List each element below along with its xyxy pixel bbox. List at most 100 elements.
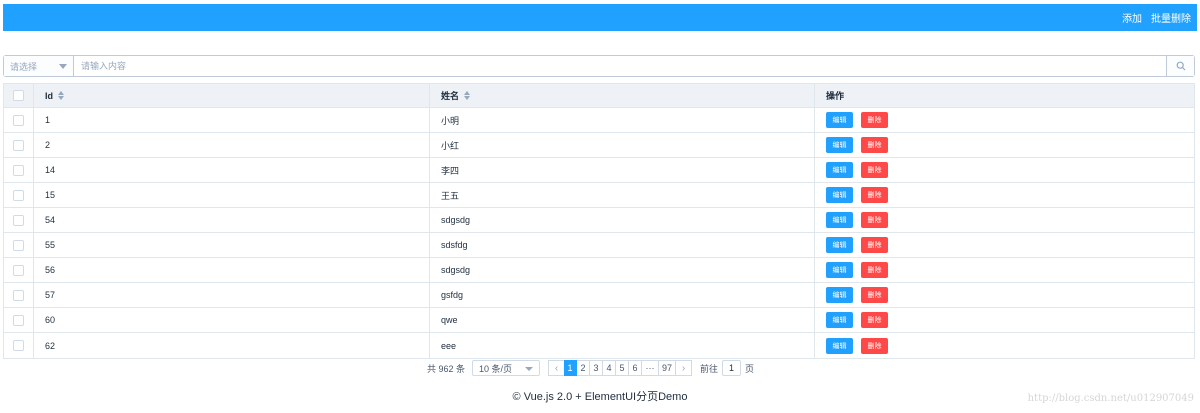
search-icon (1176, 61, 1185, 71)
page-ellipsis[interactable]: ··· (642, 360, 660, 376)
page-number[interactable]: 4 (603, 360, 617, 376)
row-checkbox[interactable] (13, 340, 24, 351)
row-checkbox[interactable] (13, 189, 24, 201)
search-field-select[interactable]: 请选择 (4, 56, 74, 76)
table-row: 62 eee 编辑 删除 (4, 333, 1194, 358)
row-checkbox[interactable] (13, 214, 24, 226)
delete-button[interactable]: 删除 (861, 237, 888, 253)
row-checkbox[interactable] (13, 289, 24, 301)
edit-button[interactable]: 编辑 (826, 212, 853, 228)
row-checkbox[interactable] (13, 114, 24, 126)
cell-id: 60 (34, 308, 430, 332)
edit-button[interactable]: 编辑 (826, 162, 853, 178)
add-link[interactable]: 添加 (1122, 10, 1142, 25)
cell-ops: 编辑 删除 (815, 258, 1194, 282)
search-button[interactable] (1166, 56, 1194, 76)
row-checkbox[interactable] (13, 164, 24, 176)
page-number[interactable]: 3 (590, 360, 604, 376)
edit-button[interactable]: 编辑 (826, 237, 853, 253)
cell-ops: 编辑 删除 (815, 108, 1194, 132)
batch-delete-link[interactable]: 批量删除 (1151, 10, 1191, 25)
page-number[interactable]: 2 (577, 360, 591, 376)
delete-button[interactable]: 删除 (861, 162, 888, 178)
header-name[interactable]: 姓名 (430, 84, 815, 107)
row-checkbox[interactable] (13, 239, 24, 251)
cell-name: 小明 (430, 108, 815, 132)
delete-button[interactable]: 删除 (861, 137, 888, 153)
sort-icon[interactable] (58, 91, 64, 100)
cell-name: sdgsdg (430, 258, 815, 282)
caret-down-icon (59, 64, 67, 69)
header-ops-label: 操作 (826, 91, 845, 101)
sort-icon[interactable] (464, 91, 471, 100)
row-check-cell (4, 158, 34, 182)
cell-ops: 编辑 删除 (815, 183, 1194, 207)
row-check-cell (4, 208, 34, 232)
goto-suffix: 页 (745, 363, 755, 374)
prev-page-button[interactable]: ‹ (548, 360, 565, 376)
next-page-button[interactable]: › (676, 360, 693, 376)
cell-id: 62 (34, 333, 430, 358)
table-row: 1 小明 编辑 删除 (4, 108, 1194, 133)
delete-button[interactable]: 删除 (861, 312, 888, 328)
goto-page-input[interactable] (722, 360, 742, 376)
cell-ops: 编辑 删除 (815, 158, 1194, 182)
table-row: 2 小红 编辑 删除 (4, 133, 1194, 158)
edit-button[interactable]: 编辑 (826, 112, 853, 128)
row-check-cell (4, 308, 34, 332)
cell-id: 1 (34, 108, 430, 132)
edit-button[interactable]: 编辑 (826, 312, 853, 328)
delete-button[interactable]: 删除 (861, 112, 888, 128)
edit-button[interactable]: 编辑 (826, 337, 853, 354)
page-number[interactable]: 97 (659, 360, 677, 376)
search-input[interactable] (74, 56, 1166, 76)
delete-button[interactable]: 删除 (861, 187, 888, 203)
table-row: 55 sdsfdg 编辑 删除 (4, 233, 1194, 258)
page-number[interactable]: 5 (616, 360, 630, 376)
cell-name: sdsfdg (430, 233, 815, 257)
select-placeholder: 请选择 (10, 61, 38, 72)
edit-button[interactable]: 编辑 (826, 187, 853, 203)
delete-button[interactable]: 删除 (861, 262, 888, 278)
pagination: 共 962 条 10 条/页 ‹ 123456···97 › 前往 页 (427, 360, 754, 376)
header-id[interactable]: Id (34, 84, 430, 107)
page-number[interactable]: 1 (564, 360, 578, 376)
cell-id: 55 (34, 233, 430, 257)
table-row: 15 王五 编辑 删除 (4, 183, 1194, 208)
table-header-row: Id 姓名 操作 (4, 84, 1194, 108)
search-bar: 请选择 (3, 55, 1195, 77)
toolbar-links: 添加 批量删除 (1122, 4, 1191, 31)
row-checkbox[interactable] (13, 139, 24, 151)
row-check-cell (4, 258, 34, 282)
delete-button[interactable]: 删除 (861, 287, 888, 303)
edit-button[interactable]: 编辑 (826, 137, 853, 153)
select-all-checkbox[interactable] (13, 90, 24, 101)
table-row: 60 qwe 编辑 删除 (4, 308, 1194, 333)
delete-button[interactable]: 删除 (861, 337, 888, 354)
pagination-total: 共 962 条 (427, 363, 466, 374)
row-checkbox[interactable] (13, 264, 24, 276)
cell-name: 王五 (430, 183, 815, 207)
cell-ops: 编辑 删除 (815, 333, 1194, 358)
page-size-select[interactable]: 10 条/页 (472, 360, 541, 376)
footer-text: © Vue.js 2.0 + ElementUI分页Demo (512, 391, 688, 403)
edit-button[interactable]: 编辑 (826, 287, 853, 303)
table-body: 1 小明 编辑 删除 2 小红 编辑 删除 14 李四 编辑 删除 15 王五 编辑 删除 54 sdgsdg 编辑… (4, 108, 1194, 358)
table-row: 54 sdgsdg 编辑 删除 (4, 208, 1194, 233)
caret-down-icon (525, 367, 534, 371)
page-size-value: 10 条/页 (479, 363, 513, 374)
header-name-label: 姓名 (441, 91, 460, 101)
row-check-cell (4, 108, 34, 132)
cell-name: 小红 (430, 133, 815, 157)
delete-button[interactable]: 删除 (861, 212, 888, 228)
edit-button[interactable]: 编辑 (826, 262, 853, 278)
header-id-label: Id (45, 90, 53, 101)
table-row: 14 李四 编辑 删除 (4, 158, 1194, 183)
cell-name: sdgsdg (430, 208, 815, 232)
row-check-cell (4, 233, 34, 257)
cell-name: gsfdg (430, 283, 815, 307)
page-number[interactable]: 6 (629, 360, 643, 376)
row-checkbox[interactable] (13, 314, 24, 326)
table-row: 57 gsfdg 编辑 删除 (4, 283, 1194, 308)
data-table: Id 姓名 操作 1 小明 编辑 删除 2 小红 编辑 删除 14 李四 编辑 删除 15 王五 编辑 删除 5… (3, 83, 1195, 359)
